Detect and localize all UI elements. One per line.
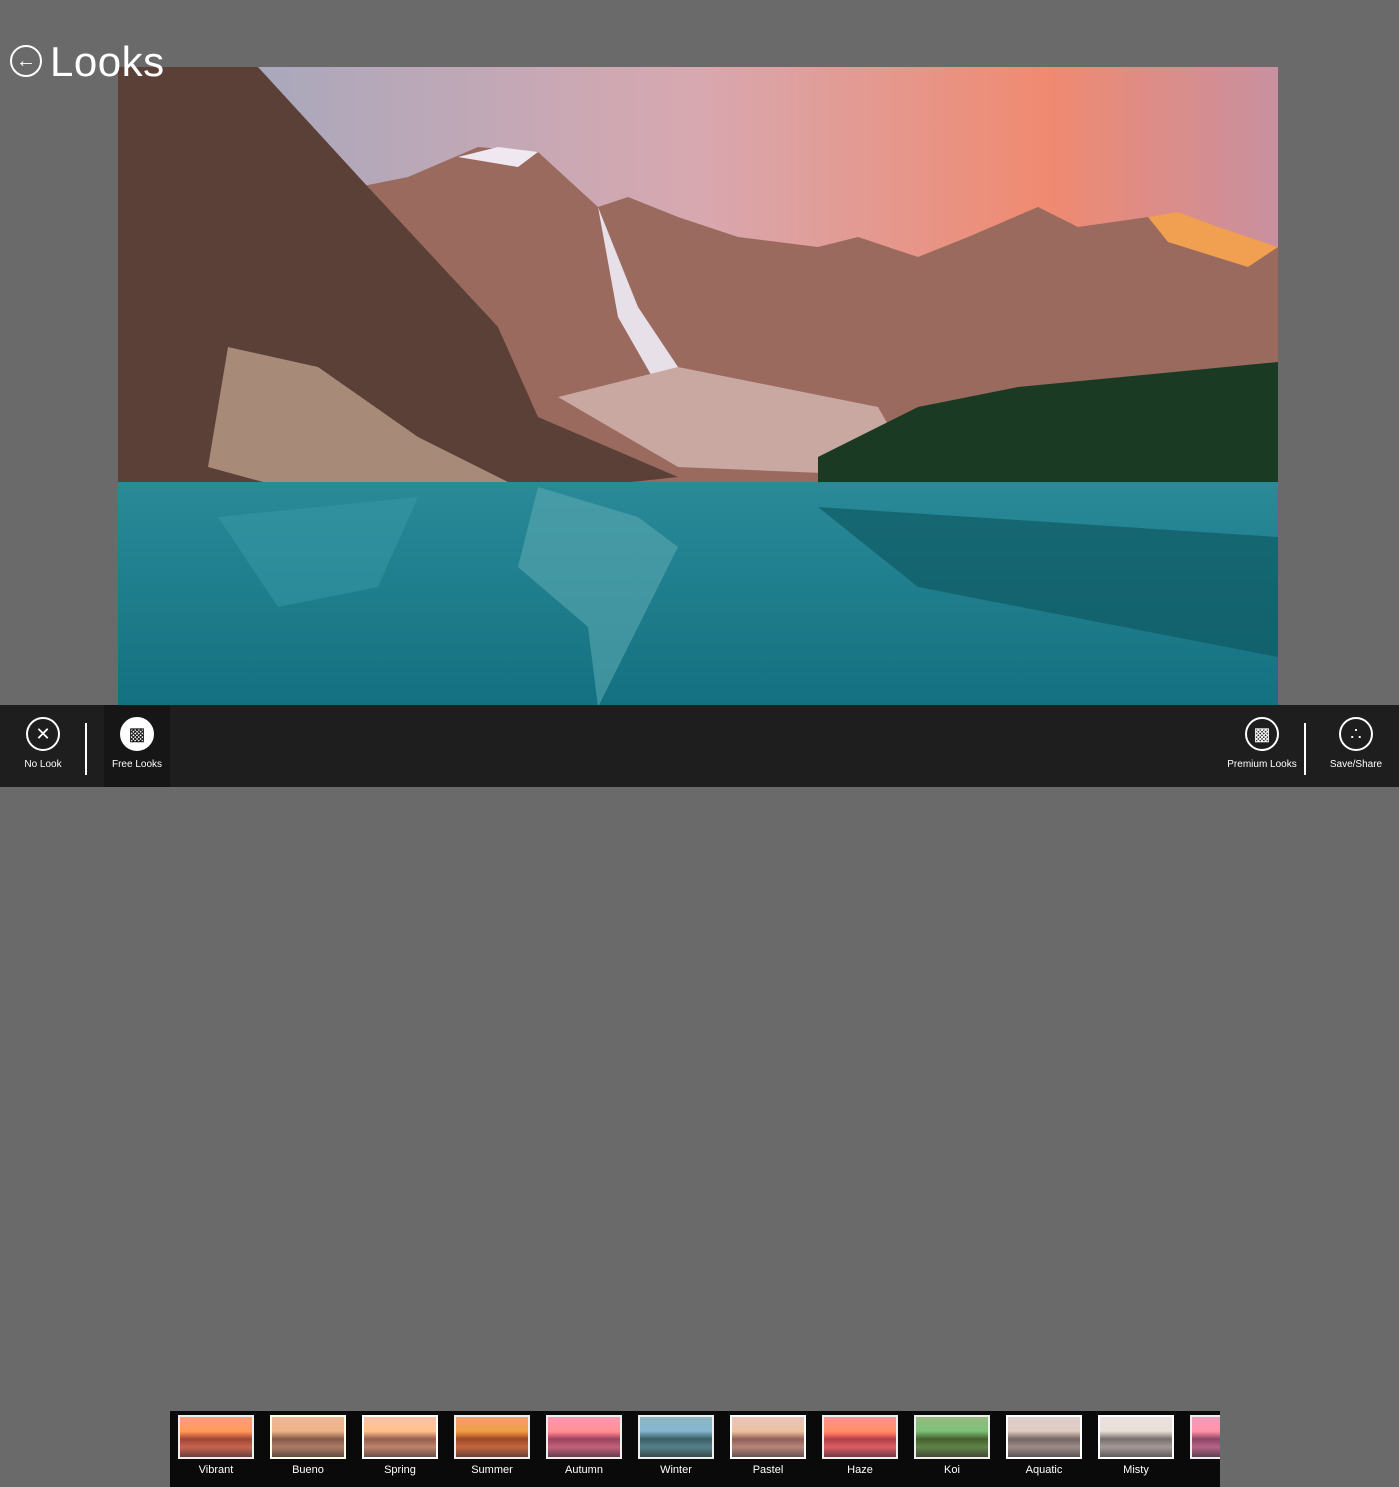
look-thumbnail-bueno[interactable]: Bueno xyxy=(270,1415,346,1476)
look-preview-image xyxy=(1098,1415,1174,1459)
looks-strip[interactable]: Vibrant Bueno Spring Summer Autumn Winter Past… xyxy=(170,1411,1220,1487)
look-label: Koi xyxy=(944,1464,960,1476)
look-preview-image xyxy=(454,1415,530,1459)
look-thumbnail-koi[interactable]: Koi xyxy=(914,1415,990,1476)
back-button[interactable]: ← xyxy=(10,45,42,77)
paint-roller-icon: ▩ xyxy=(120,717,154,751)
look-thumbnail-aquatic[interactable]: Aquatic xyxy=(1006,1415,1082,1476)
look-label: Misty xyxy=(1123,1464,1149,1476)
look-thumbnail-haze[interactable]: Haze xyxy=(822,1415,898,1476)
look-label: Pastel xyxy=(752,1464,784,1476)
look-label: Winter xyxy=(660,1464,692,1476)
look-thumbnail-spring[interactable]: Spring xyxy=(362,1415,438,1476)
look-label: Vibrant xyxy=(198,1464,234,1476)
look-label: Bueno xyxy=(292,1464,324,1476)
premium-looks-button[interactable]: ▩ Premium Looks xyxy=(1226,705,1298,787)
look-thumbnail-pastel[interactable]: Pastel xyxy=(730,1415,806,1476)
look-label: Spring xyxy=(384,1464,416,1476)
close-circle-icon: ✕ xyxy=(26,717,60,751)
free-looks-button[interactable]: ▩ Free Looks xyxy=(104,705,170,787)
look-label: Summer xyxy=(471,1464,513,1476)
back-arrow-icon: ← xyxy=(16,49,36,72)
look-thumbnail-autumn[interactable]: Autumn xyxy=(546,1415,622,1476)
look-thumbnail-vibrant[interactable]: Vibrant xyxy=(178,1415,254,1476)
look-label: Di xyxy=(1190,1464,1220,1476)
look-preview-image xyxy=(730,1415,806,1459)
look-thumbnail-summer[interactable]: Summer xyxy=(454,1415,530,1476)
look-preview-image xyxy=(1190,1415,1220,1459)
look-label: Autumn xyxy=(565,1464,603,1476)
no-look-button[interactable]: ✕ No Look xyxy=(18,705,68,787)
look-preview-image xyxy=(362,1415,438,1459)
look-thumbnail-di[interactable]: Di xyxy=(1190,1415,1220,1476)
separator xyxy=(85,723,87,775)
app-bar: ✕ No Look ▩ Free Looks Vibrant Bueno Sprin… xyxy=(0,705,1399,1487)
separator xyxy=(1304,723,1306,775)
look-preview-image xyxy=(1006,1415,1082,1459)
paint-roller-icon: ▩ xyxy=(1245,717,1279,751)
look-label: Aquatic xyxy=(1025,1464,1063,1476)
page-title: Looks xyxy=(50,38,165,85)
look-preview-image xyxy=(914,1415,990,1459)
look-thumbnail-misty[interactable]: Misty xyxy=(1098,1415,1174,1476)
look-preview-image xyxy=(546,1415,622,1459)
look-label: Haze xyxy=(847,1464,873,1476)
share-icon: ∴ xyxy=(1339,717,1373,751)
save-share-button[interactable]: ∴ Save/Share xyxy=(1326,705,1386,787)
photo-preview xyxy=(118,67,1278,707)
look-preview-image xyxy=(822,1415,898,1459)
look-preview-image xyxy=(178,1415,254,1459)
look-preview-image xyxy=(270,1415,346,1459)
look-preview-image xyxy=(638,1415,714,1459)
look-thumbnail-winter[interactable]: Winter xyxy=(638,1415,714,1476)
